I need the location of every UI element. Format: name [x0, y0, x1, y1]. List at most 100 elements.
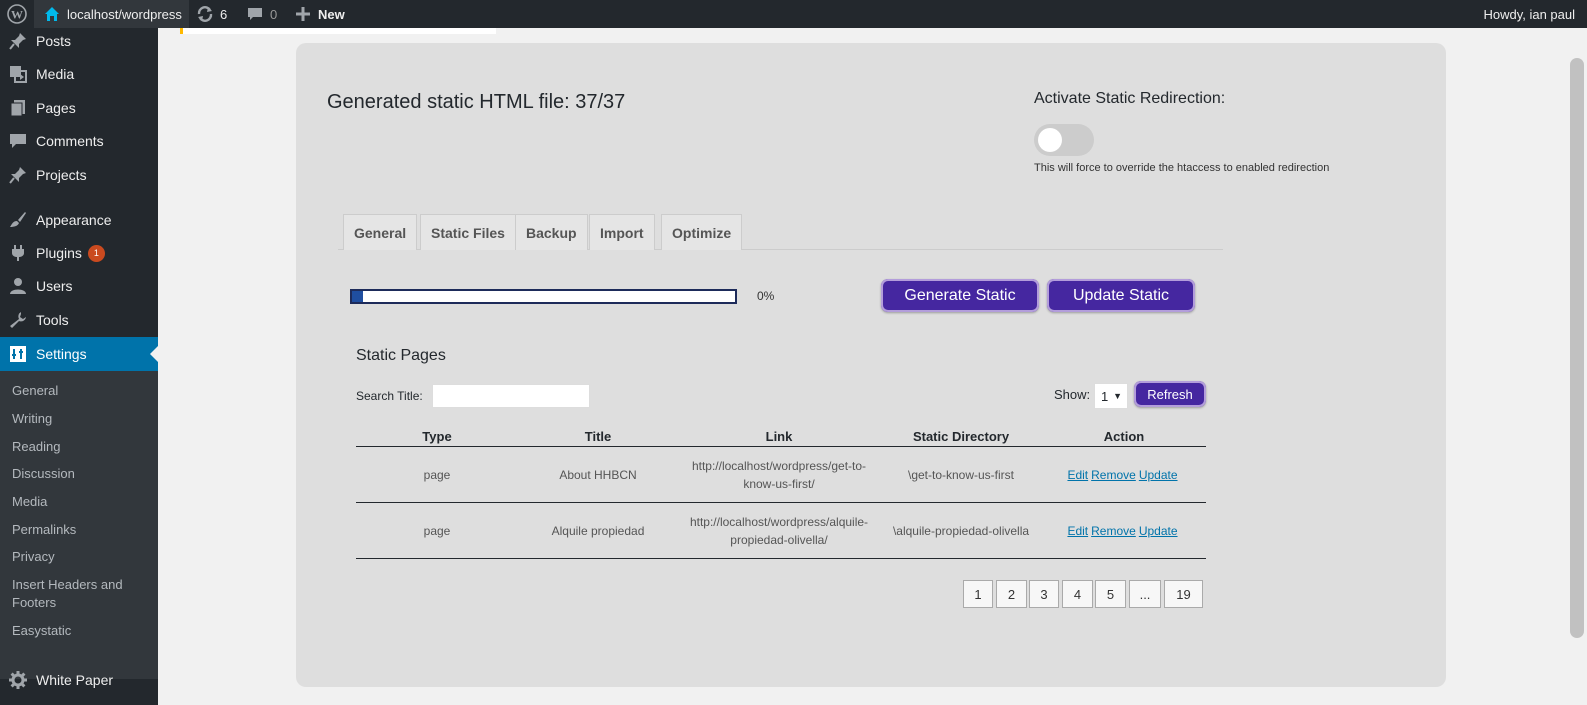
- sidebar-item-plugins[interactable]: Plugins 1: [0, 236, 158, 270]
- row2-remove-link[interactable]: Remove: [1091, 524, 1136, 538]
- tab-import[interactable]: Import: [589, 214, 655, 250]
- tab-optimize[interactable]: Optimize: [661, 214, 743, 250]
- sidebar-item-tools[interactable]: Tools: [0, 303, 158, 337]
- sidebar-item-settings[interactable]: Settings: [0, 337, 158, 371]
- wrench-icon: [0, 311, 36, 329]
- sidebar-item-label: Posts: [36, 33, 72, 49]
- page-button-1[interactable]: 1: [963, 580, 993, 608]
- generate-static-button[interactable]: Generate Static: [881, 279, 1039, 312]
- row1-title: About HHBCN: [559, 468, 637, 482]
- tab-static-files[interactable]: Static Files: [420, 214, 516, 250]
- row2-actions: Edit Remove Update: [1060, 522, 1188, 540]
- plugin-icon: [0, 244, 36, 262]
- row2-update-link[interactable]: Update: [1139, 524, 1178, 538]
- media-icon: [0, 65, 36, 83]
- static-pages-heading: Static Pages: [356, 347, 446, 364]
- sidebar-item-label: Tools: [36, 312, 69, 328]
- sidebar-item-white-paper[interactable]: White Paper: [0, 663, 158, 697]
- tab-general[interactable]: General: [343, 214, 418, 250]
- comments-link[interactable]: 0: [246, 0, 277, 28]
- comment-icon: [246, 5, 264, 23]
- pin-icon: [0, 32, 36, 50]
- generation-progress-bar: [350, 289, 737, 304]
- tab-backup[interactable]: Backup: [515, 214, 588, 250]
- sidebar-item-label: Plugins: [36, 245, 82, 261]
- howdy-label: Howdy, ian paul: [1483, 6, 1575, 22]
- submenu-item-discussion[interactable]: Discussion: [12, 465, 152, 483]
- row2-type: page: [423, 524, 451, 538]
- page-button-4[interactable]: 4: [1062, 580, 1093, 608]
- column-header-type: Type: [422, 429, 452, 444]
- submenu-item-insert-headers-footers[interactable]: Insert Headers and Footers: [12, 576, 152, 612]
- sidebar-item-label: Media: [36, 66, 75, 82]
- comments-count: 0: [270, 6, 278, 22]
- sidebar-item-label: Pages: [36, 100, 76, 116]
- submenu-item-writing[interactable]: Writing: [12, 410, 152, 428]
- page-button-5[interactable]: 5: [1095, 580, 1126, 608]
- sidebar-item-pages[interactable]: Pages: [0, 91, 158, 125]
- dropdown-arrow-icon: ▼: [1113, 391, 1122, 401]
- redirection-help-text: This will force to override the htaccess…: [1034, 162, 1330, 174]
- show-count-select[interactable]: 1 ▼: [1094, 383, 1128, 409]
- row2-title: Alquile propiedad: [551, 524, 645, 538]
- sidebar-item-label: Users: [36, 278, 73, 294]
- row2-link-line1: http://localhost/wordpress/alquile-: [689, 515, 869, 529]
- row2-link: http://localhost/wordpress/alquile-propi…: [665, 513, 893, 549]
- table-row-divider: [356, 558, 1206, 559]
- account-menu[interactable]: Howdy, ian paul: [1483, 0, 1575, 28]
- page-ellipsis: ...: [1129, 580, 1161, 608]
- row1-static-dir: \get-to-know-us-first: [907, 468, 1015, 482]
- search-title-label: Search Title:: [356, 389, 423, 403]
- page-button-19[interactable]: 19: [1164, 580, 1203, 608]
- row1-update-link[interactable]: Update: [1139, 468, 1178, 482]
- admin-bar: W localhost/wordpress 6 0 New Howdy, ian…: [0, 0, 1587, 28]
- refresh-button[interactable]: Refresh: [1134, 381, 1206, 407]
- table-row-divider: [356, 502, 1206, 503]
- row1-link-line2: know-us-first/: [743, 477, 815, 491]
- settings-tabs: General Static Files Backup Import Optim…: [338, 214, 1223, 250]
- page-scrollbar[interactable]: [1567, 28, 1587, 705]
- new-content-link[interactable]: New: [294, 0, 345, 28]
- show-count-value: 1: [1101, 388, 1109, 404]
- updates-count: 6: [220, 6, 228, 22]
- row1-remove-link[interactable]: Remove: [1091, 468, 1136, 482]
- plus-icon: [294, 5, 312, 23]
- row1-link: http://localhost/wordpress/get-to-know-u…: [670, 457, 888, 493]
- page-button-2[interactable]: 2: [996, 580, 1027, 608]
- row2-edit-link[interactable]: Edit: [1067, 524, 1088, 538]
- sidebar-item-users[interactable]: Users: [0, 269, 158, 303]
- updates-link[interactable]: 6: [196, 0, 227, 28]
- row1-type: page: [423, 468, 451, 482]
- sidebar-item-appearance[interactable]: Appearance: [0, 203, 158, 237]
- submenu-item-general[interactable]: General: [12, 382, 152, 400]
- generated-count-title: Generated static HTML file: 37/37: [327, 91, 626, 113]
- scrollbar-thumb[interactable]: [1570, 58, 1584, 638]
- column-header-link: Link: [765, 429, 793, 444]
- plugins-update-badge: 1: [87, 244, 105, 262]
- column-header-title: Title: [584, 429, 612, 444]
- submenu-item-privacy[interactable]: Privacy: [12, 548, 152, 566]
- redirection-toggle[interactable]: [1034, 124, 1094, 156]
- page-button-3[interactable]: 3: [1029, 580, 1059, 608]
- sidebar-item-projects[interactable]: Projects: [0, 158, 158, 192]
- pages-icon: [0, 99, 36, 117]
- sidebar-item-media[interactable]: Media: [0, 57, 158, 91]
- row1-edit-link[interactable]: Edit: [1067, 468, 1088, 482]
- row2-link-line2: propiedad-olivella/: [730, 533, 828, 547]
- submenu-item-permalinks[interactable]: Permalinks: [12, 521, 152, 539]
- submenu-item-media[interactable]: Media: [12, 493, 152, 511]
- pin-icon: [0, 166, 36, 184]
- update-static-button[interactable]: Update Static: [1047, 279, 1195, 312]
- sidebar-item-comments[interactable]: Comments: [0, 124, 158, 158]
- progress-fill: [352, 291, 364, 302]
- search-title-input[interactable]: [432, 384, 590, 408]
- sidebar-item-label: White Paper: [36, 672, 114, 688]
- admin-sidebar: Posts Media Pages Comments Projects Appe…: [0, 28, 158, 705]
- home-icon: [43, 5, 61, 23]
- sidebar-item-posts[interactable]: Posts: [0, 24, 158, 58]
- sidebar-item-label: Settings: [36, 346, 87, 362]
- column-header-static-directory: Static Directory: [912, 429, 1010, 444]
- submenu-item-reading[interactable]: Reading: [12, 438, 152, 456]
- submenu-item-easystatic[interactable]: Easystatic: [12, 622, 152, 640]
- show-label: Show:: [1054, 387, 1091, 402]
